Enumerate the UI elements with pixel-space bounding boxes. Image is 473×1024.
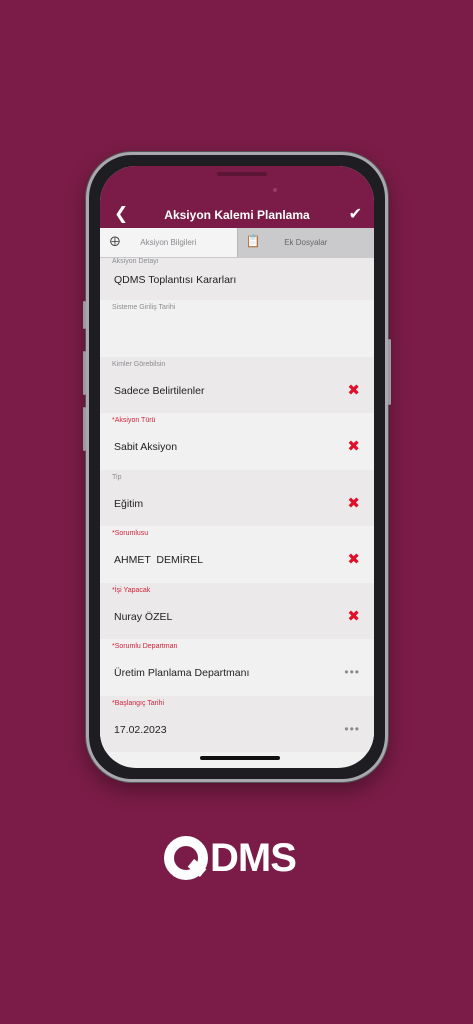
field-label: *Başlangıç Tarihi	[112, 699, 165, 707]
field-value: Nuray ÖZEL	[114, 610, 173, 623]
tab-label: Aksiyon Bilgileri	[140, 238, 197, 247]
field-sisteme-giris-tarihi[interactable]: Sisteme Giriliş Tarihi	[100, 300, 374, 357]
field-label: *İşi Yapacak	[112, 586, 151, 594]
info-circle-icon: ⨁	[110, 236, 120, 247]
logo-text: DMS	[210, 835, 297, 880]
more-icon[interactable]: •••	[344, 722, 360, 736]
tab-ek-dosyalar[interactable]: 📋 Ek Dosyalar	[236, 228, 374, 257]
status-bar	[100, 166, 374, 202]
home-indicator	[200, 756, 280, 760]
speaker-grille	[217, 172, 267, 176]
q-logo-icon	[164, 836, 208, 880]
nav-bar: ❮ Aksiyon Kalemi Planlama ✔	[100, 202, 374, 228]
field-aksiyon-turu[interactable]: *Aksiyon Türü Sabit Aksiyon ✖	[100, 413, 374, 470]
tab-aksiyon-bilgileri[interactable]: ⨁ Aksiyon Bilgileri	[100, 228, 237, 257]
qdms-logo: DMS	[164, 832, 297, 884]
field-value: 17.02.2023	[114, 723, 167, 736]
clear-icon[interactable]: ✖	[347, 550, 360, 568]
clear-icon[interactable]: ✖	[347, 494, 360, 512]
mute-switch	[83, 301, 86, 329]
field-aksiyon-detayi[interactable]: Aksiyon Detayı QDMS Toplantısı Kararları	[100, 258, 374, 300]
chevron-left-icon[interactable]: ❮	[114, 205, 128, 223]
field-value: Eğitim	[114, 497, 144, 510]
field-value: AHMET DEMİREL	[114, 554, 204, 566]
page-title: Aksiyon Kalemi Planlama	[164, 208, 310, 222]
field-sorumlusu[interactable]: *Sorumlusu AHMET DEMİREL ✖	[100, 526, 374, 583]
field-value: Sadece Belirtilenler	[114, 384, 205, 397]
form: Aksiyon Detayı QDMS Toplantısı Kararları…	[100, 258, 374, 752]
power-button	[388, 339, 391, 405]
camera-dot	[273, 188, 277, 192]
field-label: Sisteme Giriliş Tarihi	[112, 304, 176, 311]
field-label: Aksiyon Detayı	[112, 258, 159, 265]
check-icon[interactable]: ✔	[349, 204, 362, 224]
clear-icon[interactable]: ✖	[347, 607, 360, 625]
more-icon[interactable]: •••	[344, 665, 360, 679]
tab-bar: ⨁ Aksiyon Bilgileri 📋 Ek Dosyalar	[100, 228, 374, 258]
field-kimler-gorebilsin[interactable]: Kimler Görebilsin Sadece Belirtilenler ✖	[100, 356, 374, 413]
field-label: *Sorumlu Departman	[112, 643, 178, 650]
attachment-icon: 📋	[245, 234, 261, 248]
field-value: Üretim Planlama Departmanı	[114, 667, 250, 679]
volume-down-button	[83, 407, 86, 451]
field-label: Tip	[112, 473, 122, 481]
field-value: QDMS Toplantısı Kararları	[114, 274, 237, 286]
volume-up-button	[83, 351, 86, 395]
field-label: *Sorumlusu	[112, 530, 149, 537]
field-baslangic-tarihi[interactable]: *Başlangıç Tarihi 17.02.2023 •••	[100, 695, 374, 752]
field-label: *Aksiyon Türü	[112, 417, 156, 424]
phone-frame: ❮ Aksiyon Kalemi Planlama ✔ ⨁ Aksiyon Bi…	[83, 152, 391, 782]
clear-icon[interactable]: ✖	[347, 437, 360, 455]
clear-icon[interactable]: ✖	[347, 381, 360, 399]
field-value: Sabit Aksiyon	[114, 441, 178, 453]
field-isi-yapacak[interactable]: *İşi Yapacak Nuray ÖZEL ✖	[100, 582, 374, 639]
app-screen: ❮ Aksiyon Kalemi Planlama ✔ ⨁ Aksiyon Bi…	[100, 166, 374, 768]
field-label: Kimler Görebilsin	[112, 360, 166, 368]
field-tip[interactable]: Tip Eğitim ✖	[100, 469, 374, 526]
tab-label: Ek Dosyalar	[284, 238, 328, 247]
field-sorumlu-departman[interactable]: *Sorumlu Departman Üretim Planlama Depar…	[100, 639, 374, 696]
